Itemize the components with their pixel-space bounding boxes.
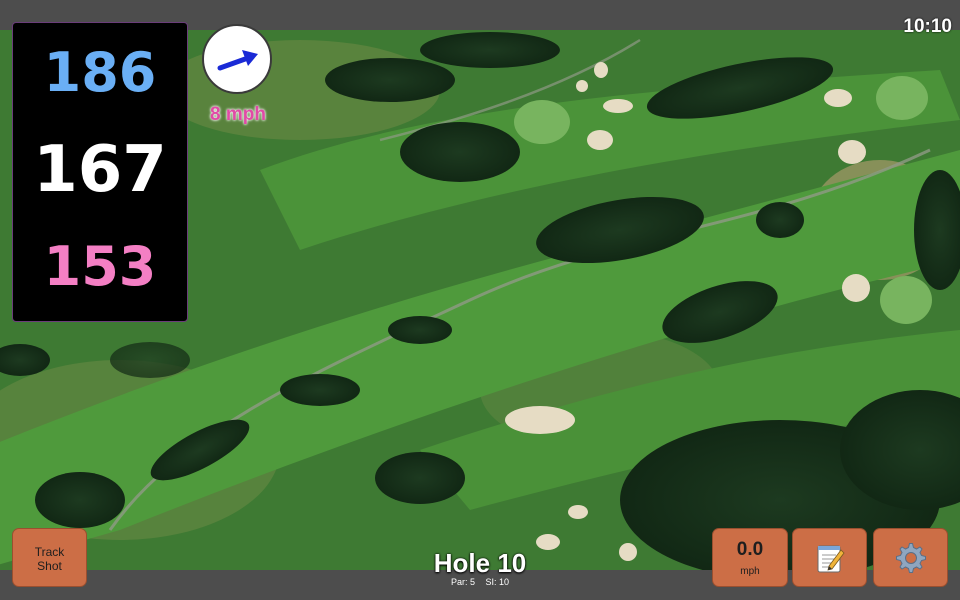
distance-panel: 186 167 153	[12, 22, 188, 322]
hole-title: Hole 10	[433, 548, 527, 578]
back-distance: 186	[43, 41, 157, 104]
notes-button[interactable]	[792, 528, 867, 587]
track-shot-button[interactable]: Track Shot	[12, 528, 87, 587]
arrow-icon	[217, 50, 258, 71]
gear-icon	[895, 542, 926, 573]
wind-speed: 8 mph	[210, 104, 266, 125]
golf-gps-screen: 10:10 186 167 153 8 mph Track Shot Hole …	[0, 0, 960, 600]
track-shot-label-line2: Shot	[37, 559, 62, 573]
middle-distance: 167	[33, 133, 167, 207]
track-shot-label-line1: Track	[34, 545, 65, 559]
speed-unit: mph	[740, 566, 760, 577]
notepad-icon	[817, 545, 845, 572]
speed-value: 0.0	[736, 539, 764, 560]
speed-button[interactable]: 0.0 mph	[712, 528, 788, 587]
stroke-index-label: SI: 10	[485, 577, 510, 587]
settings-button[interactable]	[873, 528, 948, 587]
hole-info: Par: 5 SI: 10	[380, 577, 580, 587]
front-distance: 153	[43, 235, 157, 298]
wind-indicator	[202, 24, 272, 94]
clock: 10:10	[903, 16, 952, 37]
par-label: Par: 5	[450, 577, 475, 587]
